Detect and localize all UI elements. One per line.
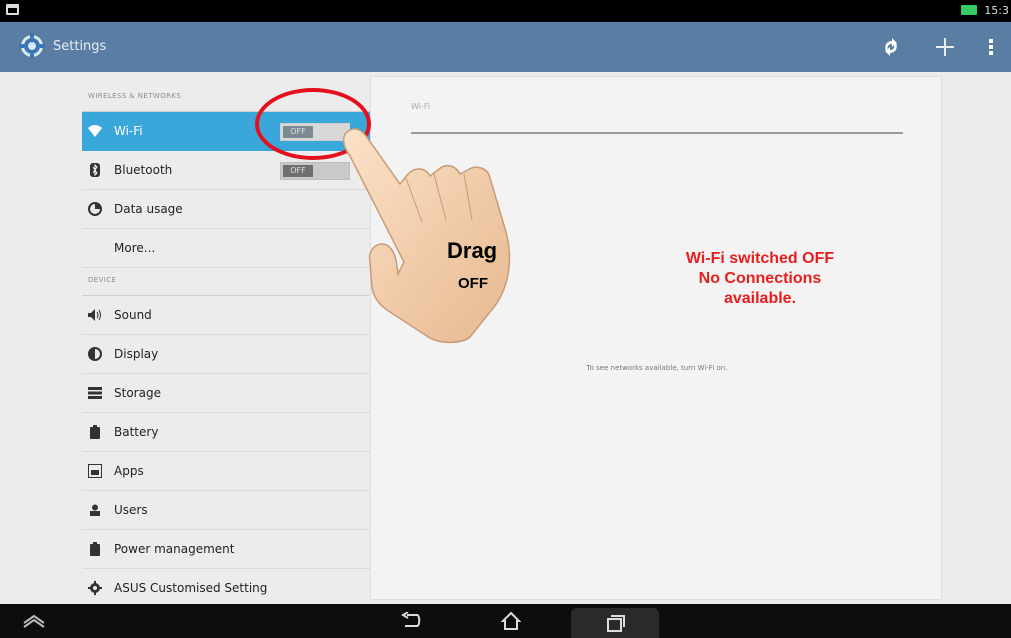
settings-item-label: ASUS Customised Setting xyxy=(114,581,268,595)
settings-item-label: Battery xyxy=(114,425,159,439)
battery-status-icon xyxy=(961,5,977,15)
settings-item-label: Display xyxy=(114,347,159,361)
settings-item-label: Apps xyxy=(114,464,144,478)
home-icon xyxy=(501,611,521,630)
gear-icon xyxy=(88,581,102,595)
settings-item-label: Data usage xyxy=(114,202,183,216)
settings-item-label: Users xyxy=(114,503,148,517)
annotation-line-3: available. xyxy=(723,290,797,307)
device-header: DEVICE xyxy=(82,268,370,296)
android-screen: 15:3 Settings WIRELESS & NETWORKS Wi-Fi … xyxy=(0,0,1011,638)
more-vert-icon xyxy=(989,39,993,55)
storage-icon xyxy=(88,386,102,400)
wifi-off-hint: To see networks available, turn Wi-Fi on… xyxy=(586,364,728,372)
settings-item-label: Storage xyxy=(114,386,161,400)
plus-icon xyxy=(936,38,954,56)
hide-bar-icon xyxy=(23,614,45,628)
app-title: Settings xyxy=(53,39,107,54)
home-button[interactable] xyxy=(496,608,526,634)
recent-apps-button[interactable] xyxy=(571,608,659,638)
settings-item-data-usage[interactable]: Data usage xyxy=(82,190,370,229)
settings-item-label: Bluetooth xyxy=(114,163,173,177)
settings-item-more[interactable]: More... xyxy=(82,229,370,268)
sound-icon xyxy=(88,308,102,322)
settings-list: WIRELESS & NETWORKS Wi-Fi OFF Bluetooth … xyxy=(82,84,370,608)
hide-nav-button[interactable] xyxy=(20,608,48,634)
settings-item-label: Wi-Fi xyxy=(114,124,143,138)
settings-item-label: Power management xyxy=(114,542,235,556)
battery-icon xyxy=(88,425,102,439)
sync-icon xyxy=(885,38,897,56)
annotation-line-1: Wi-Fi switched OFF xyxy=(685,250,835,267)
action-bar: Settings xyxy=(0,22,1011,72)
bluetooth-icon xyxy=(88,163,102,177)
settings-app-icon[interactable] xyxy=(18,32,46,60)
back-icon xyxy=(401,612,421,627)
apps-icon xyxy=(88,464,102,478)
settings-item-label: Sound xyxy=(114,308,152,322)
drag-label: Drag xyxy=(447,238,498,263)
settings-item-sound[interactable]: Sound xyxy=(82,296,370,335)
settings-item-battery[interactable]: Battery xyxy=(82,413,370,452)
back-button[interactable] xyxy=(396,608,426,634)
status-time: 15:3 xyxy=(984,4,1009,17)
power-management-icon xyxy=(88,542,102,556)
settings-item-asus-customised[interactable]: ASUS Customised Setting xyxy=(82,569,370,608)
settings-item-users[interactable]: Users xyxy=(82,491,370,530)
notification-icon xyxy=(6,4,19,15)
settings-item-apps[interactable]: Apps xyxy=(82,452,370,491)
settings-item-storage[interactable]: Storage xyxy=(82,374,370,413)
navigation-bar xyxy=(0,604,1011,638)
pane-title: Wi-Fi xyxy=(411,102,431,111)
off-label: OFF xyxy=(458,275,488,292)
wifi-off-annotation: Wi-Fi switched OFF No Connections availa… xyxy=(610,249,910,309)
wifi-icon xyxy=(88,124,102,138)
add-button[interactable] xyxy=(934,32,956,62)
overflow-menu-button[interactable] xyxy=(984,32,998,62)
display-icon xyxy=(88,347,102,361)
settings-item-display[interactable]: Display xyxy=(82,335,370,374)
users-icon xyxy=(88,503,102,517)
data-usage-icon xyxy=(88,202,102,216)
status-bar: 15:3 xyxy=(0,0,1011,22)
hand-pointer-icon xyxy=(342,128,511,344)
recent-apps-icon xyxy=(607,615,625,632)
sync-button[interactable] xyxy=(878,32,904,62)
bluetooth-toggle-state: OFF xyxy=(283,165,313,177)
annotation-line-2: No Connections xyxy=(698,270,822,287)
settings-item-power-management[interactable]: Power management xyxy=(82,530,370,569)
settings-item-label: More... xyxy=(114,241,156,255)
